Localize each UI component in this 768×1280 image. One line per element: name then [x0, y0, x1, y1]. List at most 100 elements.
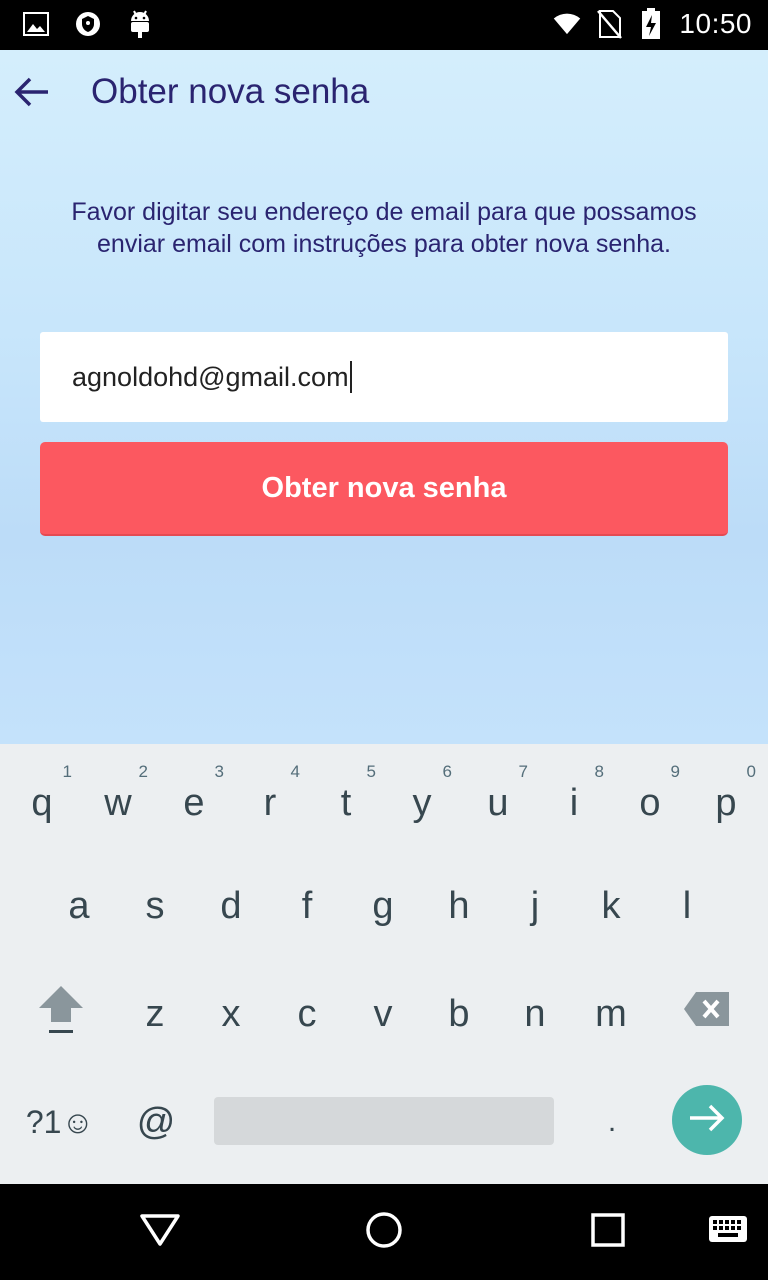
key-hint: 4 [290, 762, 300, 781]
key-label: s [145, 884, 165, 927]
key-hint: 9 [670, 762, 680, 781]
email-field[interactable]: agnoldohd@gmail.com [40, 332, 728, 422]
key-label: x [221, 992, 241, 1035]
key-z[interactable]: z [117, 960, 193, 1068]
navigation-bar [0, 1184, 768, 1280]
nav-back-button[interactable] [136, 1208, 184, 1256]
enter-key[interactable] [672, 1085, 742, 1155]
app-screen: Obter nova senha Favor digitar seu ender… [0, 50, 768, 744]
get-new-password-label: Obter nova senha [261, 471, 507, 504]
key-label: o [639, 781, 661, 824]
key-label: z [145, 992, 165, 1035]
key-m[interactable]: m [573, 960, 649, 1068]
key-t[interactable]: 5t [308, 744, 384, 852]
key-c[interactable]: c [269, 960, 345, 1068]
key-o[interactable]: 9o [612, 744, 688, 852]
no-sim-icon [595, 10, 623, 39]
nav-recents-button[interactable] [584, 1208, 632, 1256]
key-label: l [682, 884, 692, 927]
key-hint: 6 [442, 762, 452, 781]
get-new-password-button[interactable]: Obter nova senha [40, 442, 728, 536]
at-key[interactable]: @ [118, 1068, 194, 1176]
key-hint: 8 [594, 762, 604, 781]
status-bar: 10:50 [0, 0, 768, 50]
page-title: Obter nova senha [91, 72, 370, 111]
key-r[interactable]: 4r [232, 744, 308, 852]
key-label: c [297, 992, 317, 1035]
image-icon [22, 10, 50, 38]
key-label: w [104, 781, 132, 824]
key-g[interactable]: g [345, 852, 421, 960]
key-label: a [68, 884, 90, 927]
symbols-key[interactable]: ?1☺ [10, 1068, 110, 1176]
key-y[interactable]: 6y [384, 744, 460, 852]
key-label: v [373, 992, 393, 1035]
key-label: m [595, 992, 627, 1035]
key-label: t [340, 781, 352, 824]
text-cursor [349, 361, 352, 393]
back-triangle-icon [139, 1213, 181, 1252]
keyboard-icon [708, 1215, 748, 1250]
key-a[interactable]: a [41, 852, 117, 960]
recents-square-icon [591, 1212, 625, 1252]
key-label: ?1☺ [25, 1103, 95, 1140]
back-button[interactable] [8, 70, 56, 118]
battery-charging-icon [637, 8, 665, 39]
key-label: h [448, 884, 470, 927]
key-i[interactable]: 8i [536, 744, 612, 852]
key-w[interactable]: 2w [80, 744, 156, 852]
home-circle-icon [365, 1211, 403, 1254]
key-q[interactable]: 1q [4, 744, 80, 852]
key-k[interactable]: k [573, 852, 649, 960]
key-label: f [301, 884, 313, 927]
email-value: agnoldohd@gmail.com [72, 361, 349, 392]
shift-key[interactable] [14, 960, 108, 1068]
instructions-text: Favor digitar seu endereço de email para… [71, 198, 697, 258]
key-p[interactable]: 0p [688, 744, 764, 852]
key-f[interactable]: f [269, 852, 345, 960]
key-label: . [607, 1105, 617, 1138]
key-label: r [263, 781, 277, 824]
key-l[interactable]: l [649, 852, 725, 960]
key-hint: 5 [366, 762, 376, 781]
key-label: e [183, 781, 205, 824]
clock: 10:50 [679, 8, 752, 39]
key-x[interactable]: x [193, 960, 269, 1068]
key-label: @ [136, 1100, 176, 1143]
nav-home-button[interactable] [360, 1208, 408, 1256]
nav-keyboard-button[interactable] [704, 1208, 752, 1256]
period-key[interactable]: . [574, 1068, 650, 1176]
shift-icon [36, 982, 86, 1046]
key-v[interactable]: v [345, 960, 421, 1068]
key-s[interactable]: s [117, 852, 193, 960]
key-h[interactable]: h [421, 852, 497, 960]
app-bar: Obter nova senha [0, 50, 768, 136]
backspace-icon [682, 990, 732, 1038]
android-icon [126, 10, 154, 38]
key-label: p [715, 781, 737, 824]
key-hint: 0 [746, 762, 756, 781]
key-n[interactable]: n [497, 960, 573, 1068]
key-label: g [372, 884, 394, 927]
key-e[interactable]: 3e [156, 744, 232, 852]
soft-keyboard: 1q 2w 3e 4r 5t 6y 7u 8i 9o 0p a s d f g … [0, 744, 768, 1184]
key-hint: 2 [138, 762, 148, 781]
key-label: k [601, 884, 621, 927]
key-b[interactable]: b [421, 960, 497, 1068]
key-u[interactable]: 7u [460, 744, 536, 852]
key-j[interactable]: j [497, 852, 573, 960]
space-key[interactable] [214, 1097, 554, 1145]
key-label: y [412, 781, 432, 824]
arrow-forward-icon [688, 1103, 726, 1138]
backspace-key[interactable] [660, 960, 754, 1068]
wifi-icon [553, 10, 581, 38]
key-label: d [220, 884, 242, 927]
key-hint: 7 [518, 762, 528, 781]
key-label: n [524, 992, 546, 1035]
key-hint: 3 [214, 762, 224, 781]
key-hint: 1 [62, 762, 72, 781]
key-label: b [448, 992, 470, 1035]
key-d[interactable]: d [193, 852, 269, 960]
key-label: i [569, 781, 579, 824]
arrow-back-icon [14, 76, 50, 113]
